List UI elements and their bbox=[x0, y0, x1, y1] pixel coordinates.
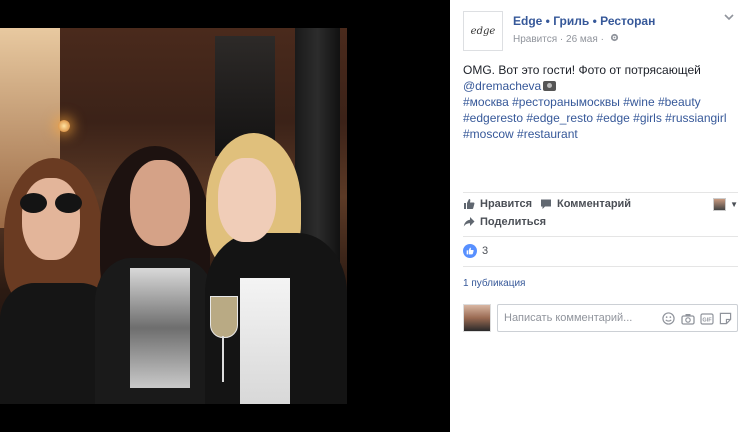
post-text: OMG. Вот это гости! Фото от потрясающей … bbox=[463, 62, 738, 142]
post-header: edge Edge • Гриль • Ресторан Нравится · … bbox=[463, 11, 738, 51]
person-middle-shirt bbox=[130, 268, 190, 388]
person-middle-face bbox=[130, 160, 190, 246]
sticker-icon[interactable] bbox=[718, 311, 733, 326]
svg-text:GIF: GIF bbox=[702, 317, 712, 323]
meta-separator-2: · bbox=[597, 34, 607, 45]
post-photo[interactable] bbox=[0, 28, 347, 404]
comment-input-box[interactable]: GIF bbox=[497, 304, 738, 332]
thumbs-up-icon bbox=[464, 199, 475, 209]
reaction-count: 3 bbox=[482, 245, 489, 257]
hashtags-line1[interactable]: #москва #ресторанымосквы #wine #beauty bbox=[463, 94, 738, 110]
shares-link[interactable]: 1 публикация bbox=[463, 278, 525, 289]
divider bbox=[463, 192, 738, 193]
page-logo-text: edge bbox=[470, 25, 496, 37]
gear-icon[interactable] bbox=[610, 33, 619, 45]
person-right-shirt bbox=[240, 278, 290, 404]
page-avatar[interactable]: edge bbox=[463, 11, 503, 51]
camera-emoji-icon bbox=[543, 81, 557, 91]
like-label: Нравится bbox=[480, 198, 533, 210]
person-left-face bbox=[22, 178, 80, 260]
chevron-down-icon[interactable] bbox=[724, 13, 734, 24]
comment-input[interactable] bbox=[498, 305, 648, 331]
gif-icon[interactable]: GIF bbox=[699, 311, 714, 326]
comment-icon bbox=[541, 199, 551, 209]
like-button[interactable]: Нравится bbox=[463, 198, 532, 210]
comment-label: Комментарий bbox=[557, 198, 632, 210]
camera-icon[interactable] bbox=[680, 311, 695, 326]
sunglasses bbox=[20, 193, 82, 215]
smiley-icon[interactable] bbox=[661, 311, 676, 326]
share-button[interactable]: Поделиться bbox=[463, 216, 546, 228]
post-as-selector[interactable]: ▼ bbox=[713, 198, 738, 211]
page-name-link[interactable]: Edge • Гриль • Ресторан bbox=[513, 14, 655, 28]
comment-composer: GIF bbox=[463, 304, 738, 332]
meta-separator: · bbox=[557, 34, 567, 45]
person-right-face bbox=[218, 158, 276, 242]
like-reaction-icon bbox=[463, 244, 477, 258]
hashtags-line3[interactable]: #moscow #restaurant bbox=[463, 126, 738, 142]
divider bbox=[463, 236, 738, 237]
mention-link[interactable]: @dremacheva bbox=[463, 79, 541, 93]
caret-down-icon: ▼ bbox=[730, 200, 738, 209]
post-panel: edge Edge • Гриль • Ресторан Нравится · … bbox=[450, 0, 748, 432]
action-bar: Нравится Комментарий Поделиться ▼ bbox=[463, 196, 738, 236]
hashtags-line2[interactable]: #edgeresto #edge_resto #edge #girls #rus… bbox=[463, 110, 738, 126]
comment-tools: GIF bbox=[661, 311, 733, 326]
meta-like-link[interactable]: Нравится bbox=[513, 34, 557, 45]
share-label: Поделиться bbox=[480, 216, 547, 228]
photo-lamp bbox=[58, 120, 70, 132]
reactions-summary[interactable]: 3 bbox=[463, 244, 488, 258]
post-meta: Нравится · 26 мая · bbox=[513, 33, 619, 45]
post-date[interactable]: 26 мая bbox=[566, 34, 598, 45]
post-text-line1: OMG. Вот это гости! Фото от потрясающей bbox=[463, 63, 701, 77]
viewer-avatar bbox=[713, 198, 727, 211]
share-icon bbox=[463, 217, 475, 227]
user-avatar bbox=[463, 304, 491, 332]
divider bbox=[463, 266, 738, 267]
wine-glass bbox=[210, 296, 238, 386]
photo-viewer bbox=[0, 0, 450, 432]
comment-button[interactable]: Комментарий bbox=[540, 198, 631, 210]
